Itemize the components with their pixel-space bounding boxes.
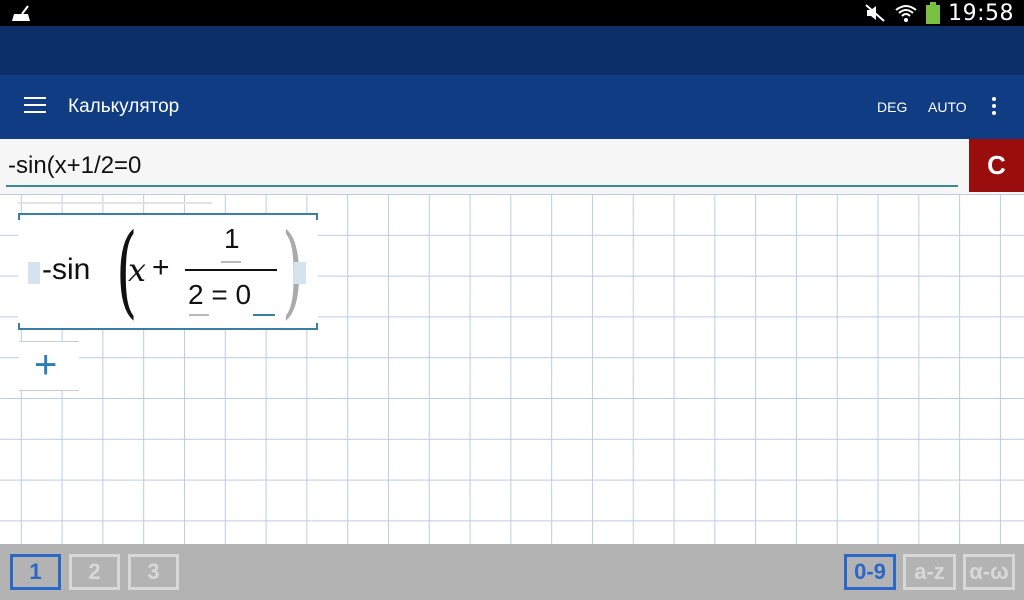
page-2-button[interactable]: 2 xyxy=(69,554,120,590)
plus-icon: + xyxy=(34,343,58,387)
app-title: Калькулятор xyxy=(68,96,180,117)
mute-icon xyxy=(865,4,885,22)
add-expression-button[interactable]: + xyxy=(19,341,79,391)
fraction-bar xyxy=(185,269,277,271)
top-band xyxy=(0,26,1024,75)
bottom-bar: 1 2 3 0-9 a-z α-ω xyxy=(0,544,1024,600)
clear-button[interactable]: C xyxy=(969,139,1024,192)
battery-icon xyxy=(926,2,941,24)
formula-denominator: 2 = 0 xyxy=(188,279,252,310)
keyboard-digits-button[interactable]: 0-9 xyxy=(844,554,896,590)
formula-plus: + xyxy=(152,251,170,284)
input-row: C xyxy=(0,139,1024,194)
formula-cursor-right xyxy=(294,262,306,284)
formula-function: -sin xyxy=(42,253,91,286)
formula-variable: x xyxy=(128,251,147,289)
status-bar: 19:58 xyxy=(0,0,1024,26)
deg-button[interactable]: DEG xyxy=(877,99,907,115)
page-3-button[interactable]: 3 xyxy=(128,554,179,590)
auto-button[interactable]: AUTO xyxy=(928,99,967,115)
worksheet-grid[interactable]: -sin ( x + 1 2 = 0 ) + xyxy=(0,194,1024,544)
overflow-menu-icon[interactable] xyxy=(990,97,998,119)
app-toolbar: Калькулятор DEG AUTO xyxy=(0,75,1024,139)
expression-input[interactable] xyxy=(6,147,958,187)
keyboard-greek-button[interactable]: α-ω xyxy=(963,554,1015,590)
formula-cursor-left xyxy=(28,262,40,284)
wifi-icon xyxy=(895,5,917,22)
clock: 19:58 xyxy=(948,0,1014,26)
formula-numerator: 1 xyxy=(224,223,240,254)
page-1-button[interactable]: 1 xyxy=(10,554,61,590)
cleaner-icon xyxy=(12,5,30,21)
keyboard-latin-button[interactable]: a-z xyxy=(903,554,956,590)
formula-display[interactable]: -sin ( x + 1 2 = 0 ) xyxy=(18,202,318,330)
menu-icon[interactable] xyxy=(24,97,46,117)
